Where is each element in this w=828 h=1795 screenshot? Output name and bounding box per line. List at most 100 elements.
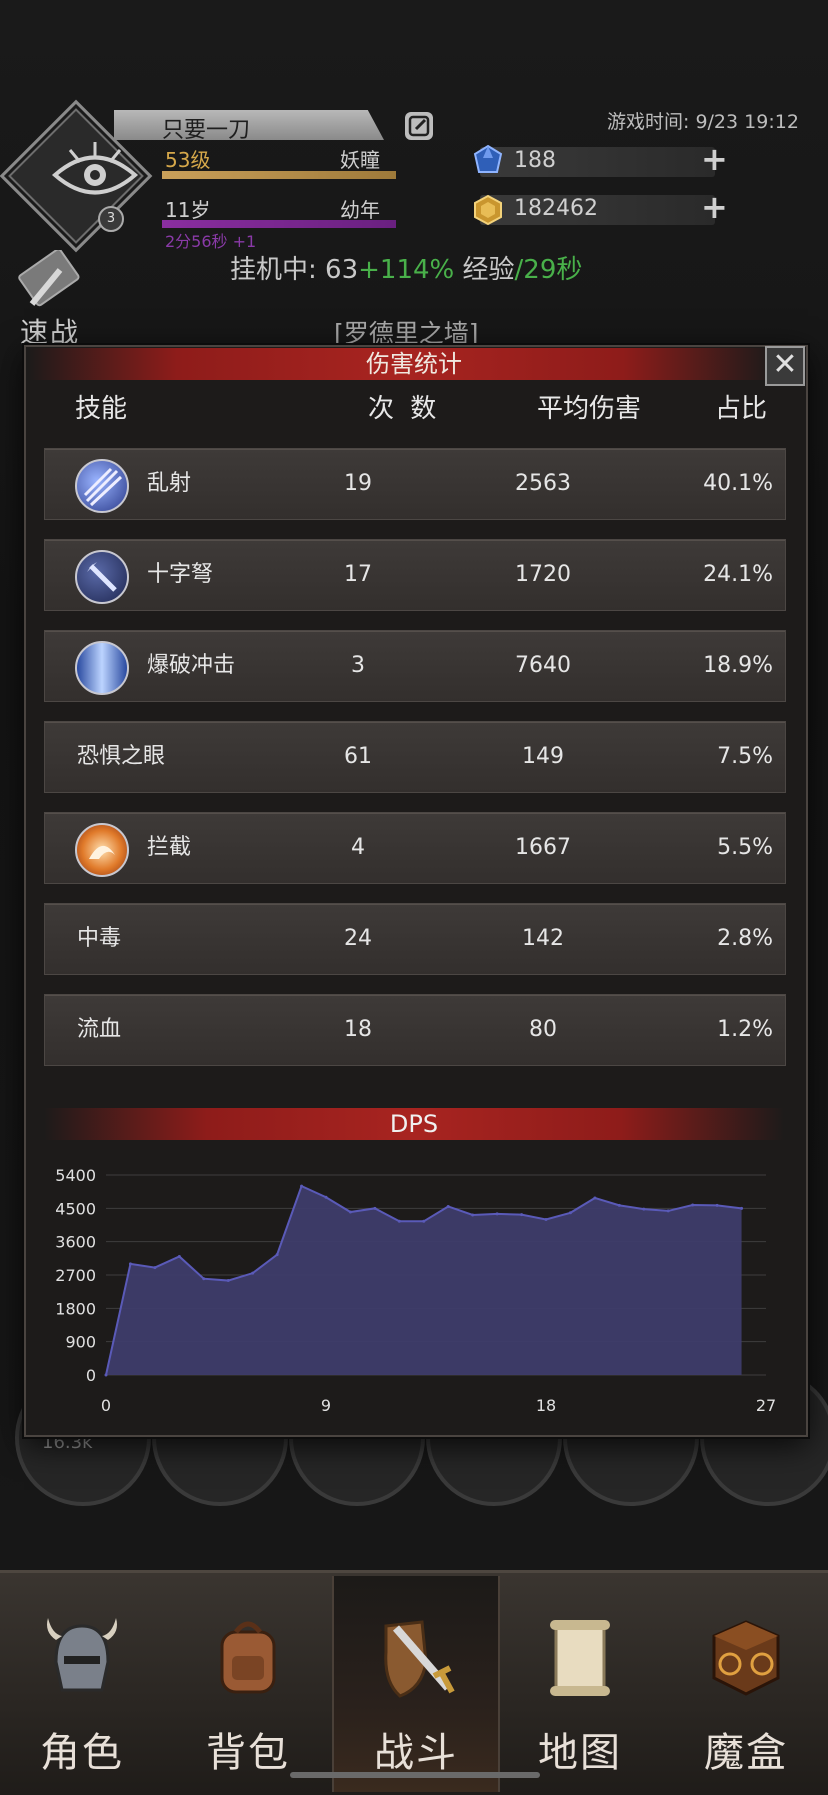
crossbow-icon bbox=[75, 550, 129, 604]
y-tick-label: 4500 bbox=[55, 1199, 96, 1218]
dps-point bbox=[153, 1266, 157, 1270]
home-indicator[interactable] bbox=[290, 1772, 540, 1778]
dps-point bbox=[568, 1211, 572, 1215]
nav-character[interactable]: 角色 bbox=[0, 1576, 164, 1792]
table-row[interactable]: 乱射 19 2563 40.1% bbox=[44, 448, 786, 520]
dps-point bbox=[544, 1217, 548, 1221]
nav-backpack[interactable]: 背包 bbox=[166, 1576, 330, 1792]
table-row[interactable]: 流血 18 80 1.2% bbox=[44, 994, 786, 1066]
dialog-title: 伤害统计 bbox=[366, 350, 462, 378]
dps-point bbox=[226, 1279, 230, 1283]
idle-bonus: +114% bbox=[358, 255, 455, 285]
y-tick-label: 900 bbox=[65, 1333, 96, 1352]
nav-map[interactable]: 地图 bbox=[498, 1576, 662, 1792]
dps-point bbox=[275, 1253, 279, 1257]
player-age: 11岁 bbox=[165, 198, 211, 222]
idle-exp: 经验 bbox=[462, 255, 515, 285]
skill-avg-damage: 1720 bbox=[515, 562, 571, 587]
skill-ratio: 40.1% bbox=[703, 471, 773, 496]
age-bar bbox=[162, 220, 396, 228]
skill-ratio: 1.2% bbox=[717, 1017, 773, 1042]
map-scroll-icon bbox=[550, 1620, 610, 1696]
skill-avg-damage: 149 bbox=[522, 744, 564, 769]
quick-battle-icon[interactable] bbox=[12, 250, 92, 312]
dps-point bbox=[177, 1254, 181, 1258]
add-gold-button[interactable]: + bbox=[701, 191, 728, 223]
close-button[interactable]: ✕ bbox=[765, 346, 805, 386]
skill-ratio: 7.5% bbox=[717, 744, 773, 769]
table-row[interactable]: 拦截 4 1667 5.5% bbox=[44, 812, 786, 884]
dps-title: DPS bbox=[389, 1110, 439, 1138]
dps-point bbox=[104, 1373, 108, 1377]
dps-point bbox=[740, 1206, 744, 1210]
emblem-badge: 3 bbox=[98, 206, 124, 232]
skill-count: 17 bbox=[344, 562, 372, 587]
add-gem-button[interactable]: + bbox=[701, 143, 728, 175]
y-tick-label: 5400 bbox=[55, 1166, 96, 1185]
table-row[interactable]: 中毒 24 142 2.8% bbox=[44, 903, 786, 975]
close-icon: ✕ bbox=[772, 347, 798, 382]
nav-label: 地图 bbox=[538, 1730, 622, 1776]
skill-name: 中毒 bbox=[77, 926, 122, 951]
dps-point bbox=[520, 1213, 524, 1217]
idle-prefix: 挂机中: bbox=[230, 255, 317, 285]
sword-shield-icon bbox=[384, 1620, 455, 1698]
dps-chart: 0 900 1800 2700 3600 4500 5400 0 9 18 27 bbox=[55, 1166, 776, 1415]
x-tick-label: 18 bbox=[536, 1396, 556, 1415]
backpack-icon bbox=[220, 1621, 276, 1694]
skill-avg-damage: 2563 bbox=[515, 471, 571, 496]
dps-point bbox=[666, 1209, 670, 1213]
dps-point bbox=[495, 1212, 499, 1216]
skill-name: 爆破冲击 bbox=[147, 653, 236, 678]
x-tick-label: 0 bbox=[101, 1396, 111, 1415]
dps-point bbox=[446, 1204, 450, 1208]
dps-point bbox=[128, 1262, 132, 1266]
skill-ratio: 2.8% bbox=[717, 926, 773, 951]
dps-point bbox=[348, 1210, 352, 1214]
skill-name: 恐惧之眼 bbox=[77, 744, 166, 769]
table-row[interactable]: 爆破冲击 3 7640 18.9% bbox=[44, 630, 786, 702]
dps-point bbox=[593, 1196, 597, 1200]
player-level: 53级 bbox=[165, 148, 211, 172]
dps-point bbox=[617, 1203, 621, 1207]
dps-point bbox=[691, 1203, 695, 1207]
dps-point bbox=[373, 1206, 377, 1210]
y-tick-label: 2700 bbox=[55, 1266, 96, 1285]
dps-point bbox=[397, 1219, 401, 1223]
idle-status: 挂机中: 63+114% 经验/29秒 bbox=[230, 249, 582, 286]
blue-gem-icon bbox=[473, 144, 503, 173]
edit-icon[interactable] bbox=[405, 112, 433, 140]
nav-label: 背包 bbox=[206, 1730, 290, 1776]
y-tick-label: 3600 bbox=[55, 1233, 96, 1252]
dps-point bbox=[715, 1203, 719, 1207]
nav-label: 角色 bbox=[40, 1730, 124, 1776]
skill-ratio: 18.9% bbox=[703, 653, 773, 678]
eye-emblem-icon bbox=[51, 142, 139, 195]
skill-avg-damage: 1667 bbox=[515, 835, 571, 860]
idle-value: 63 bbox=[325, 255, 359, 285]
skill-count: 61 bbox=[344, 744, 372, 769]
column-header-avg-damage: 平均伤害 bbox=[537, 394, 642, 424]
volley-icon bbox=[75, 459, 129, 513]
dps-point bbox=[642, 1207, 646, 1211]
dps-point bbox=[471, 1213, 475, 1217]
column-header-skill: 技能 bbox=[75, 394, 128, 424]
dps-area bbox=[106, 1186, 742, 1375]
gold-count: 182462 bbox=[514, 196, 598, 221]
dps-point bbox=[422, 1219, 426, 1223]
skill-name: 流血 bbox=[77, 1017, 122, 1042]
game-time: 游戏时间: 9/23 19:12 bbox=[607, 111, 799, 133]
skill-ratio: 5.5% bbox=[717, 835, 773, 860]
nav-battle[interactable]: 战斗 bbox=[332, 1576, 500, 1792]
nav-magic-box[interactable]: 魔盒 bbox=[664, 1576, 828, 1792]
eye-type: 妖瞳 bbox=[340, 148, 380, 172]
skill-ratio: 24.1% bbox=[703, 562, 773, 587]
table-row[interactable]: 恐惧之眼 61 149 7.5% bbox=[44, 721, 786, 793]
helmet-icon bbox=[47, 1618, 117, 1692]
nav-label: 魔盒 bbox=[704, 1730, 788, 1776]
skill-avg-damage: 142 bbox=[522, 926, 564, 951]
table-row[interactable]: 十字弩 17 1720 24.1% bbox=[44, 539, 786, 611]
nav-label: 战斗 bbox=[374, 1730, 458, 1776]
gold-gem-icon bbox=[474, 194, 502, 226]
dps-point bbox=[202, 1277, 206, 1281]
